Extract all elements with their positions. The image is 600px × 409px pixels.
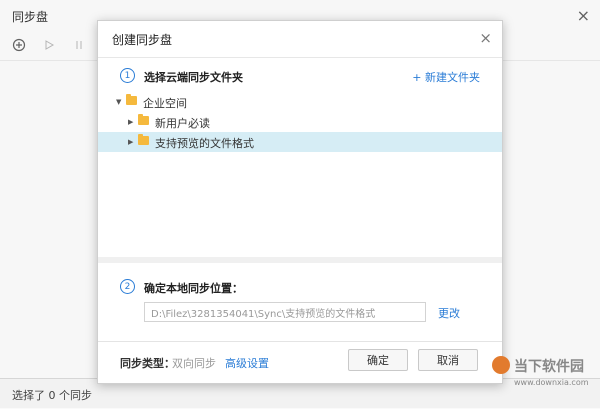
create-sync-dialog: 创建同步盘 × 1 选择云端同步文件夹 + 新建文件夹 ▼ 企业空间 ▶ 新用户…: [97, 20, 503, 384]
collapsed-caret-icon[interactable]: ▶: [128, 118, 133, 126]
watermark: 当下软件园 www.downxia.com: [492, 352, 598, 404]
step-1-badge: 1: [120, 68, 135, 83]
local-path-field[interactable]: [144, 302, 426, 322]
watermark-text: 当下软件园: [514, 359, 584, 375]
folder-icon: [138, 134, 149, 145]
new-folder-link[interactable]: + 新建文件夹: [412, 69, 480, 85]
tree-item-new-user-guide[interactable]: ▶ 新用户必读: [98, 112, 502, 132]
change-path-link[interactable]: 更改: [438, 305, 460, 321]
dialog-close-icon[interactable]: ×: [479, 29, 492, 47]
tree-item-enterprise-space[interactable]: ▼ 企业空间: [98, 92, 502, 112]
folder-icon: [126, 94, 137, 105]
cancel-button[interactable]: 取消: [418, 349, 478, 371]
collapsed-caret-icon[interactable]: ▶: [128, 138, 133, 146]
tree-item-label: 新用户必读: [155, 117, 210, 130]
folder-icon: [138, 114, 149, 125]
dialog-title: 创建同步盘: [112, 33, 173, 47]
step-1-label: 选择云端同步文件夹: [144, 71, 243, 84]
tree-item-label: 支持预览的文件格式: [155, 137, 254, 150]
divider: [98, 341, 502, 342]
advanced-settings-link[interactable]: 高级设置: [225, 355, 269, 371]
step-2-badge: 2: [120, 279, 135, 294]
watermark-logo-icon: [492, 356, 510, 374]
step-2-label: 确定本地同步位置：: [144, 282, 243, 295]
divider: [98, 57, 502, 58]
expanded-caret-icon[interactable]: ▼: [116, 98, 121, 106]
sync-type-value: 双向同步: [172, 357, 216, 370]
sync-type-label: 同步类型：: [120, 357, 175, 370]
section-divider: [98, 257, 502, 263]
watermark-url: www.downxia.com: [514, 378, 589, 387]
ok-button[interactable]: 确定: [348, 349, 408, 371]
tree-item-label: 企业空间: [143, 97, 187, 110]
tree-item-preview-formats[interactable]: ▶ 支持预览的文件格式: [98, 132, 502, 152]
